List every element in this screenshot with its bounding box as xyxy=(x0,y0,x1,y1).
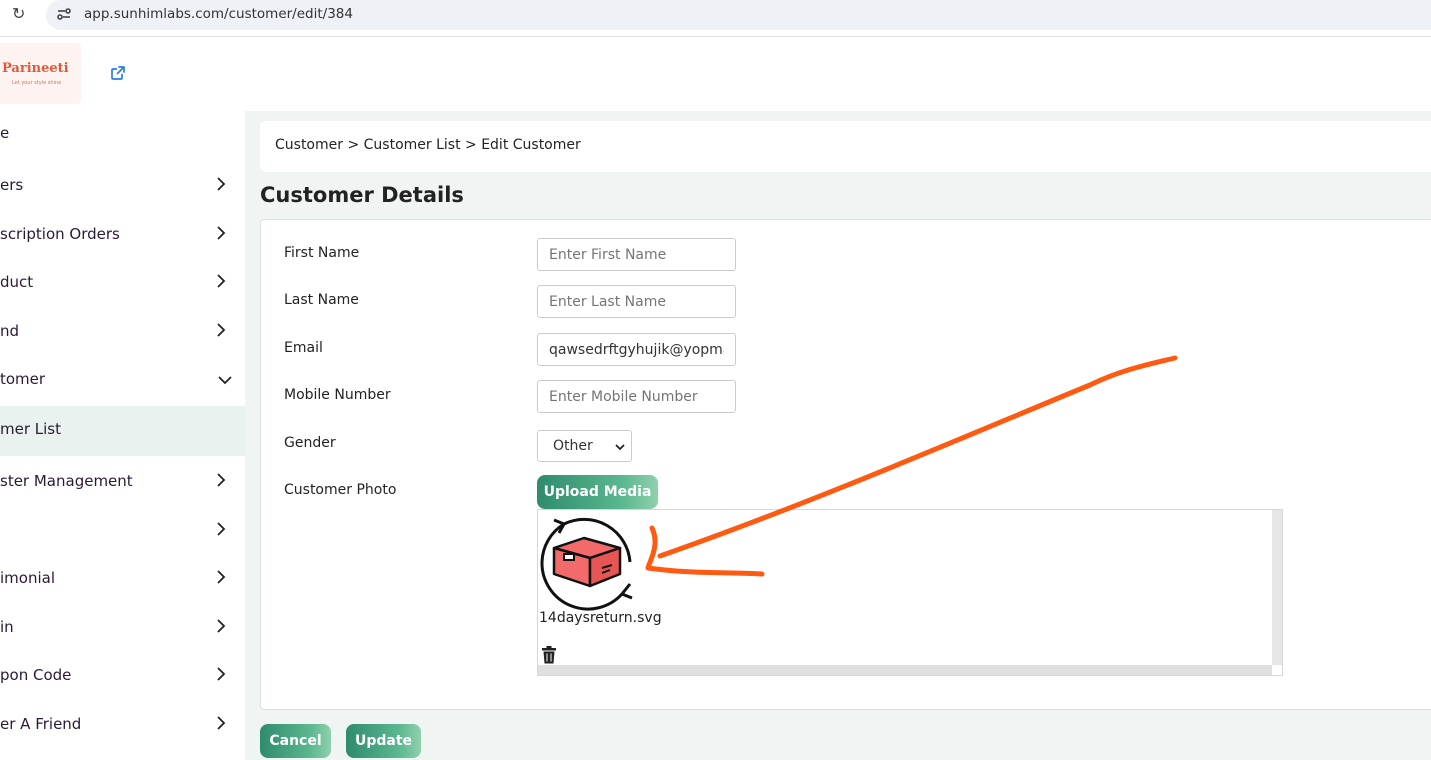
gender-label: Gender xyxy=(284,435,336,451)
sidebar-item-product[interactable]: duct xyxy=(0,258,245,306)
first-name-field[interactable] xyxy=(537,238,736,271)
sidebar-item-label: er A Friend xyxy=(0,715,82,733)
chevron-down-icon xyxy=(615,444,625,451)
sidebar-item-label: e xyxy=(0,124,10,142)
sidebar-item-label: in xyxy=(0,618,14,636)
chevron-down-icon xyxy=(218,376,232,385)
customer-form-card: First Name Last Name Email Mobile Number… xyxy=(260,219,1431,710)
media-file-name: 14daysreturn.svg xyxy=(539,610,662,626)
brand-tagline: Let your style shine xyxy=(12,80,62,86)
sidebar-item-label: nd xyxy=(0,322,20,340)
sidebar-item-label: ers xyxy=(0,176,24,194)
chevron-right-icon xyxy=(217,667,226,681)
upload-media-button[interactable]: Upload Media xyxy=(537,475,658,509)
chevron-right-icon xyxy=(217,570,226,584)
gender-select[interactable]: Other xyxy=(537,430,632,462)
brand-name: Parineeti xyxy=(2,61,69,76)
chevron-right-icon xyxy=(217,619,226,633)
breadcrumb: Customer > Customer List > Edit Customer xyxy=(260,121,1431,172)
gender-selected-value: Other xyxy=(553,438,593,454)
sidebar-item-customer-list[interactable]: mer List xyxy=(0,406,245,456)
brand-logo[interactable]: Parineeti Let your style shine xyxy=(0,43,81,104)
sidebar-item-unlabeled[interactable] xyxy=(0,506,245,554)
cancel-button[interactable]: Cancel xyxy=(260,724,331,758)
sidebar-item-orders[interactable]: ers xyxy=(0,161,245,209)
sidebar-item-label: pon Code xyxy=(0,666,72,684)
customer-photo-label: Customer Photo xyxy=(284,482,397,498)
chevron-right-icon xyxy=(217,177,226,191)
update-button[interactable]: Update xyxy=(346,724,421,758)
sidebar-item-home[interactable]: e xyxy=(0,109,245,157)
vertical-scrollbar[interactable] xyxy=(1272,510,1282,665)
media-preview: 14daysreturn.svg xyxy=(537,509,1283,676)
chevron-right-icon xyxy=(217,226,226,240)
sidebar-item-subscription-orders[interactable]: scription Orders xyxy=(0,210,245,258)
sidebar-item-master-management[interactable]: ster Management xyxy=(0,457,245,505)
external-link-icon[interactable] xyxy=(110,65,126,81)
reload-icon[interactable]: ↻ xyxy=(12,4,25,23)
main-content: Customer > Customer List > Edit Customer… xyxy=(245,111,1431,760)
email-field[interactable] xyxy=(537,333,736,366)
breadcrumb-text: Customer > Customer List > Edit Customer xyxy=(275,137,581,153)
trash-icon[interactable] xyxy=(542,646,556,664)
address-bar[interactable]: app.sunhimlabs.com/customer/edit/384 xyxy=(46,0,1431,30)
chevron-right-icon xyxy=(217,323,226,337)
url-text: app.sunhimlabs.com/customer/edit/384 xyxy=(84,6,353,22)
horizontal-scrollbar[interactable] xyxy=(538,665,1272,675)
first-name-label: First Name xyxy=(284,245,360,261)
box-return-icon xyxy=(540,517,633,611)
chevron-right-icon xyxy=(217,274,226,288)
sidebar-item-label: scription Orders xyxy=(0,225,120,243)
sidebar-item-coupon-code[interactable]: pon Code xyxy=(0,651,245,699)
chevron-right-icon xyxy=(217,473,226,487)
chevron-right-icon xyxy=(217,716,226,730)
sidebar: Parineeti Let your style shine e ers scr… xyxy=(0,37,245,760)
last-name-label: Last Name xyxy=(284,292,359,308)
mobile-number-field[interactable] xyxy=(537,380,736,413)
mobile-number-label: Mobile Number xyxy=(284,387,391,403)
sidebar-item-label: duct xyxy=(0,273,34,291)
sidebar-item-admin[interactable]: in xyxy=(0,603,245,651)
browser-toolbar: ↻ app.sunhimlabs.com/customer/edit/384 xyxy=(0,0,1431,37)
sidebar-item-refer-a-friend[interactable]: er A Friend xyxy=(0,700,245,748)
email-label: Email xyxy=(284,340,323,356)
sidebar-item-brand[interactable]: nd xyxy=(0,307,245,355)
sidebar-item-testimonial[interactable]: imonial xyxy=(0,554,245,602)
chevron-right-icon xyxy=(217,522,226,536)
sidebar-item-label: tomer xyxy=(0,370,46,388)
sidebar-item-customer[interactable]: tomer xyxy=(0,355,245,403)
sidebar-item-label: mer List xyxy=(0,420,61,438)
sidebar-item-label: imonial xyxy=(0,569,55,587)
site-info-icon[interactable] xyxy=(56,6,72,22)
sidebar-item-label: ster Management xyxy=(0,472,133,490)
last-name-field[interactable] xyxy=(537,285,736,318)
page-title: Customer Details xyxy=(260,183,464,207)
